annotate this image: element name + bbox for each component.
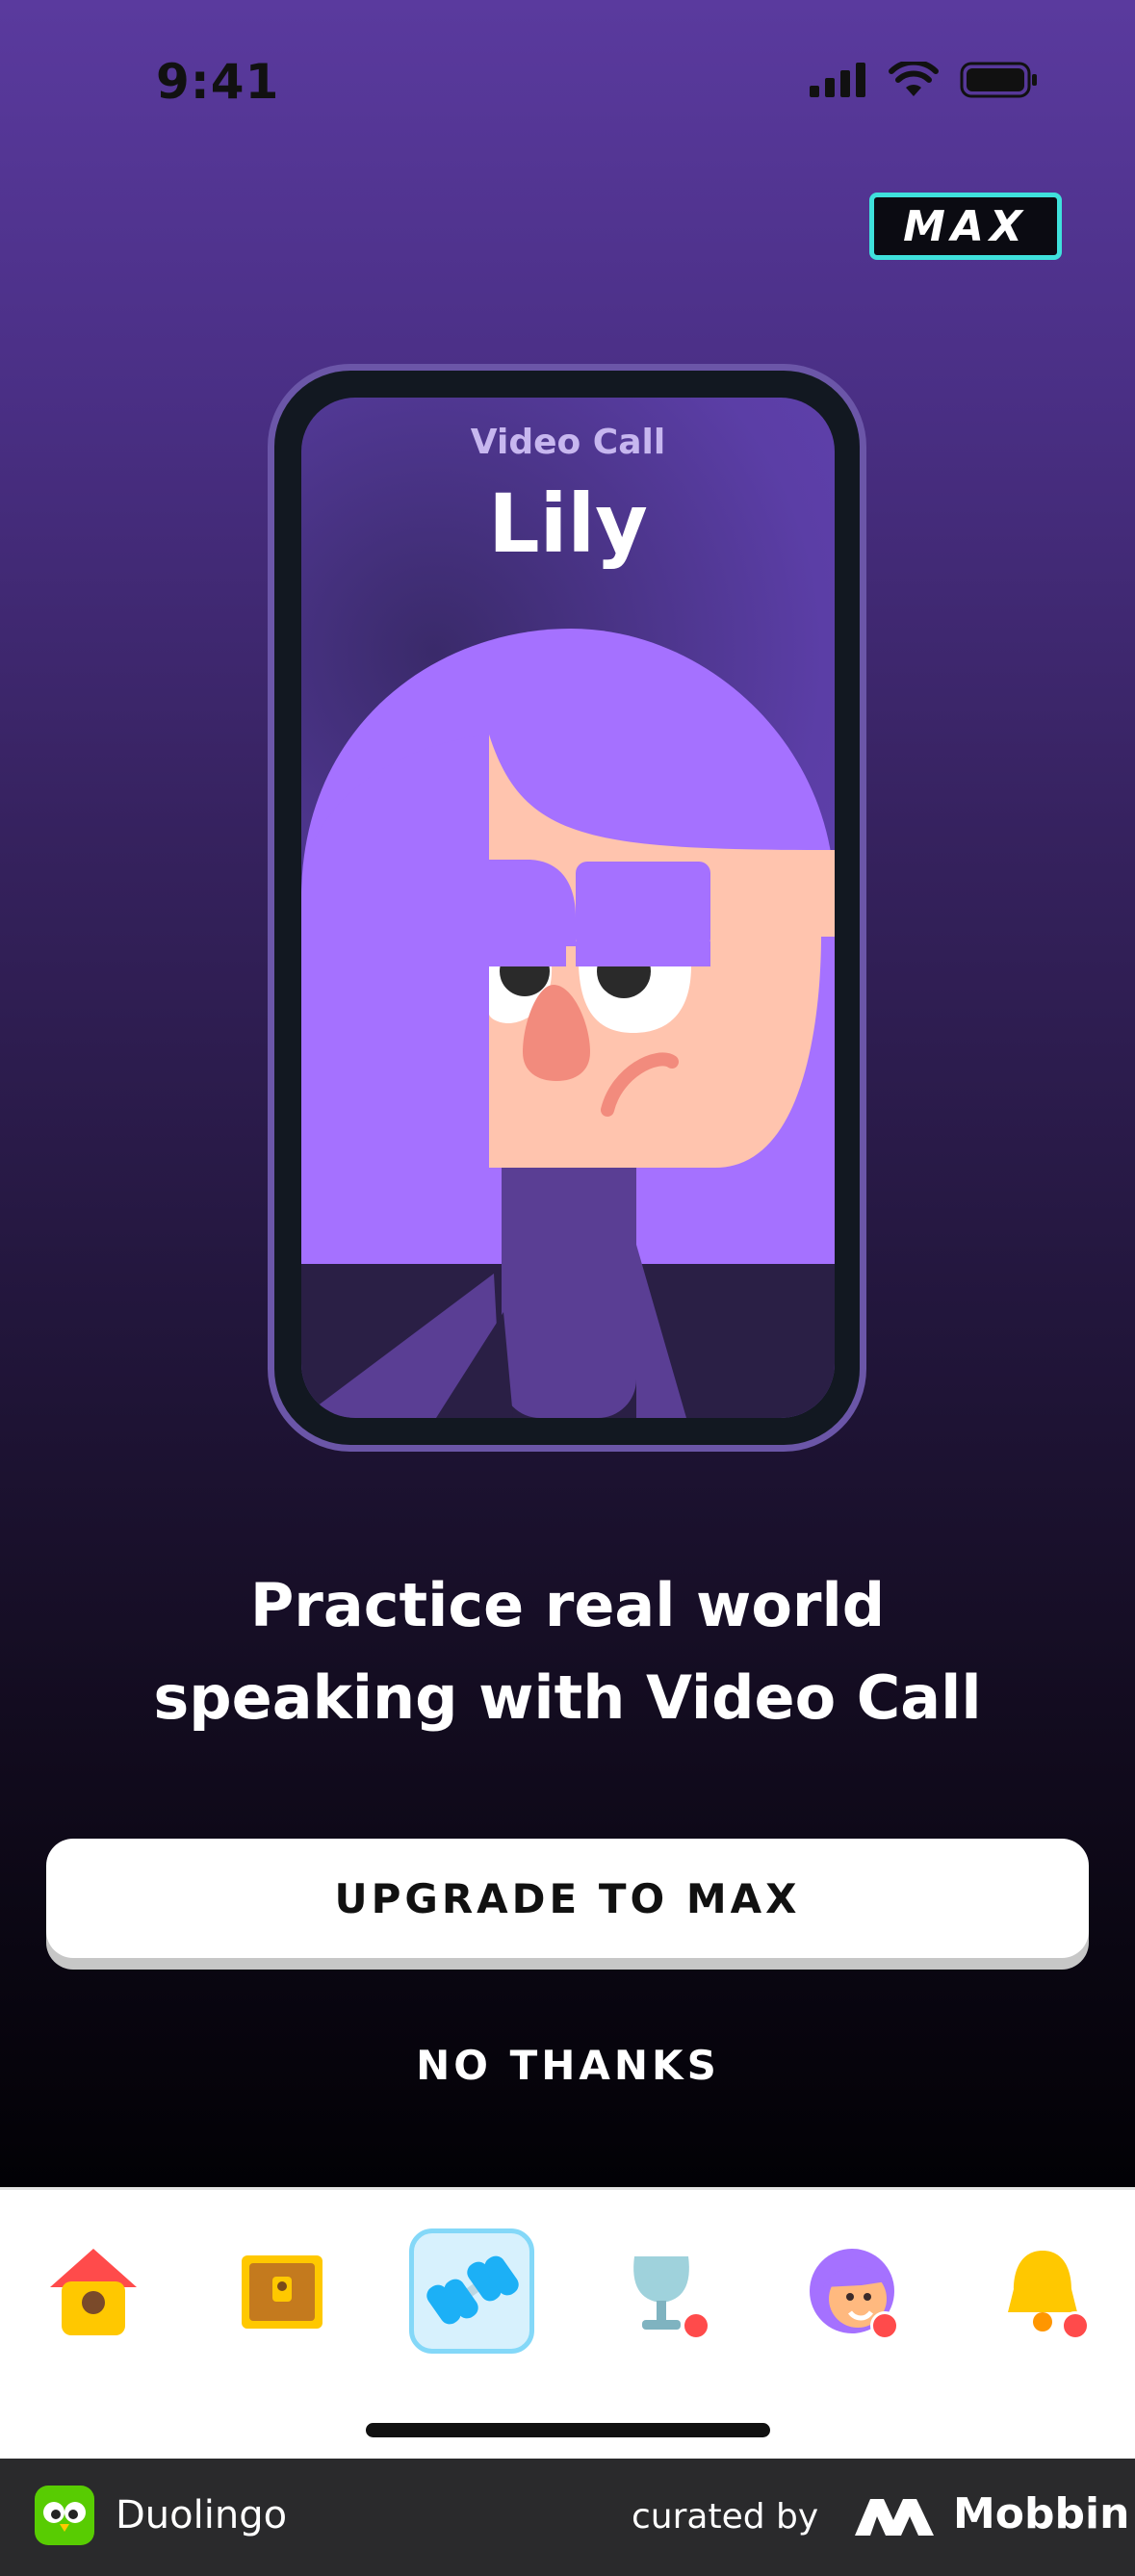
status-icons — [810, 62, 1039, 98]
tab-treasure[interactable] — [219, 2228, 345, 2354]
notification-dot — [870, 2311, 899, 2340]
footer-app-name: Duolingo — [116, 2493, 288, 2537]
dumbbell-practice-icon — [426, 2255, 519, 2325]
paywall-screen: 9:41 MAX Video Call Lily Practice real w… — [0, 0, 1135, 2187]
tab-profile[interactable] — [789, 2228, 915, 2354]
duolingo-app-icon — [35, 2486, 94, 2545]
battery-icon — [960, 62, 1037, 98]
headline-line-2: speaking with Video Call — [153, 1662, 982, 1733]
signal-icon — [810, 63, 865, 97]
tab-home[interactable] — [31, 2228, 156, 2354]
max-badge: MAX — [869, 193, 1062, 260]
tab-leaderboard[interactable] — [601, 2228, 726, 2354]
tab-practice[interactable] — [409, 2228, 534, 2354]
home-indicator — [366, 2423, 770, 2437]
video-call-preview: Video Call Lily — [301, 398, 835, 1418]
footer-curated-by: curated by — [632, 2497, 819, 2537]
headline: Practice real world speaking with Video … — [0, 1559, 1135, 1744]
tab-bar — [0, 2187, 1135, 2461]
attribution-footer: Duolingo curated by Mobbin — [0, 2459, 1135, 2576]
video-call-label: Video Call — [470, 423, 666, 462]
headline-line-1: Practice real world — [249, 1570, 886, 1640]
wifi-icon — [889, 62, 939, 96]
treasure-chest-icon — [242, 2255, 322, 2329]
no-thanks-button[interactable]: NO THANKS — [327, 2031, 809, 2099]
caller-name: Lily — [488, 477, 648, 571]
notification-dot — [682, 2311, 710, 2340]
notification-dot — [1061, 2311, 1090, 2340]
home-birdhouse-icon — [50, 2249, 137, 2335]
mobbin-logo-icon — [855, 2499, 934, 2536]
status-time: 9:41 — [156, 54, 280, 110]
tab-notifications[interactable] — [980, 2228, 1105, 2354]
footer-brand: Mobbin — [953, 2489, 1130, 2538]
upgrade-to-max-button[interactable]: UPGRADE TO MAX — [46, 1839, 1089, 1958]
